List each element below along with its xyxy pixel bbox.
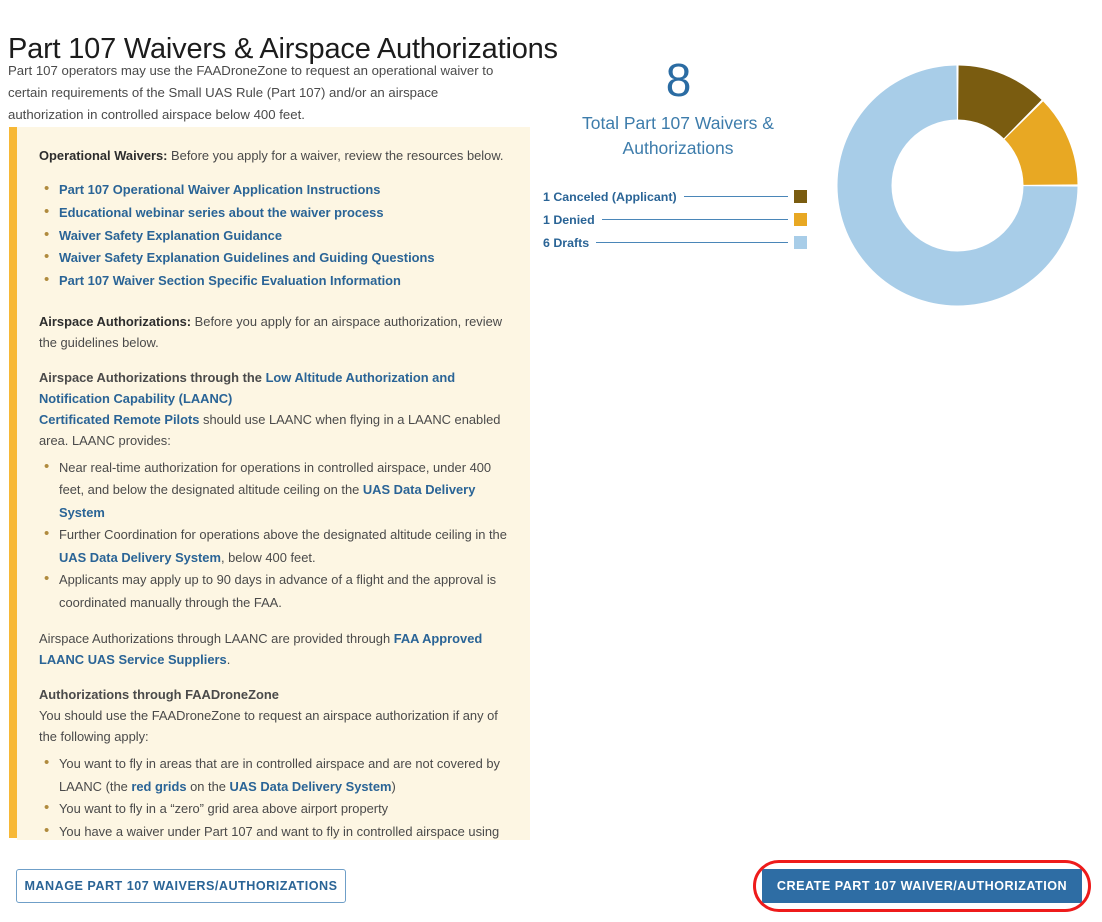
- legend-swatch-drafts: [794, 236, 807, 249]
- legend-item-canceled[interactable]: 1 Canceled (Applicant): [543, 185, 807, 208]
- suppliers-text-pre: Airspace Authorizations through LAANC ar…: [39, 631, 394, 647]
- legend-leader-line: [683, 196, 788, 197]
- list-item: Waiver Safety Explanation Guidelines and…: [44, 246, 508, 270]
- bullet-text-pre: You have a waiver under Part 107 and wan…: [59, 823, 500, 839]
- legend-item-denied[interactable]: 1 Denied: [543, 208, 807, 231]
- laanc-suppliers-paragraph: Airspace Authorizations through LAANC ar…: [39, 628, 508, 670]
- operational-waivers-text: Before you apply for a waiver, review th…: [167, 148, 504, 163]
- bullet-text-pre: You want to fly in a “zero” grid area ab…: [59, 801, 389, 817]
- info-panel-wrapper: Operational Waivers: Before you apply fo…: [9, 127, 530, 840]
- list-item: Part 107 Waiver Section Specific Evaluat…: [44, 269, 508, 293]
- link-certificated-remote-pilots[interactable]: Certificated Remote Pilots: [39, 412, 199, 427]
- list-item: Near real-time authorization for operati…: [44, 456, 508, 525]
- link-waiver-section-evaluation-info[interactable]: Part 107 Waiver Section Specific Evaluat…: [59, 273, 401, 288]
- airspace-authorizations-heading: Airspace Authorizations:: [39, 313, 192, 329]
- donut-slice-drafts[interactable]: [837, 65, 1078, 306]
- list-item: You have a waiver under Part 107 and wan…: [44, 820, 508, 840]
- laanc-heading-prefix: Airspace Authorizations through the: [39, 369, 266, 385]
- certificated-pilots-paragraph: Certificated Remote Pilots should use LA…: [39, 409, 508, 451]
- part-107-waivers-page: Part 107 Waivers & Airspace Authorizatio…: [0, 0, 1102, 922]
- legend-label: 6 Drafts: [543, 235, 590, 250]
- legend-swatch-denied: [794, 213, 807, 226]
- legend-leader-line: [601, 219, 788, 220]
- panel-accent-bar: [9, 127, 17, 838]
- dronezone-text: You should use the FAADroneZone to reque…: [39, 708, 498, 745]
- total-count: 8: [665, 54, 692, 106]
- stats-block: 8 Total Part 107 Waivers & Authorization…: [543, 55, 813, 254]
- chart-legend: 1 Canceled (Applicant) 1 Denied 6 Drafts: [543, 185, 813, 254]
- bullet-text-pre: Applicants may apply up to 90 days in ad…: [59, 572, 497, 610]
- info-panel: Operational Waivers: Before you apply fo…: [17, 127, 530, 840]
- list-item: Part 107 Operational Waiver Application …: [44, 178, 508, 202]
- operational-waiver-links: Part 107 Operational Waiver Application …: [39, 178, 508, 293]
- intro-paragraph: Part 107 operators may use the FAADroneZ…: [8, 63, 494, 122]
- bullet-text-post: ): [391, 778, 396, 794]
- operational-waivers-paragraph: Operational Waivers: Before you apply fo…: [39, 145, 508, 166]
- waivers-donut-chart: [830, 58, 1085, 313]
- bullet-text-mid: on the: [186, 778, 230, 794]
- link-educational-webinar-series[interactable]: Educational webinar series about the wai…: [59, 205, 384, 220]
- legend-label: 1 Canceled (Applicant): [543, 189, 677, 204]
- dronezone-conditions-list: You want to fly in areas that are in con…: [39, 752, 508, 840]
- list-item: You want to fly in areas that are in con…: [44, 752, 508, 798]
- create-waiver-button[interactable]: CREATE PART 107 WAIVER/AUTHORIZATION: [762, 869, 1082, 903]
- total-count-caption: Total Part 107 Waivers & Authorizations: [582, 113, 774, 158]
- list-item: Educational webinar series about the wai…: [44, 201, 508, 225]
- operational-waivers-heading: Operational Waivers:: [39, 148, 168, 163]
- list-item: Applicants may apply up to 90 days in ad…: [44, 568, 508, 614]
- airspace-authorizations-paragraph: Airspace Authorizations: Before you appl…: [39, 311, 508, 353]
- legend-leader-line: [596, 242, 788, 243]
- legend-label: 1 Denied: [543, 212, 595, 227]
- link-waiver-application-instructions[interactable]: Part 107 Operational Waiver Application …: [59, 182, 380, 197]
- legend-item-drafts[interactable]: 6 Drafts: [543, 231, 807, 254]
- legend-swatch-canceled: [794, 190, 807, 203]
- link-waiver-safety-explanation-guidance[interactable]: Waiver Safety Explanation Guidance: [59, 228, 282, 243]
- bullet-text-post: , below 400 feet.: [220, 549, 316, 565]
- bullet-text-pre: Further Coordination for operations abov…: [59, 527, 507, 543]
- laanc-benefits-list: Near real-time authorization for operati…: [39, 456, 508, 615]
- link-uas-data-delivery-system[interactable]: UAS Data Delivery System: [59, 550, 221, 565]
- list-item: You want to fly in a “zero” grid area ab…: [44, 798, 508, 821]
- list-item: Waiver Safety Explanation Guidance: [44, 224, 508, 248]
- dronezone-heading: Authorizations through FAADroneZone: [39, 687, 279, 703]
- link-red-grids[interactable]: red grids: [131, 779, 186, 794]
- manage-waivers-button[interactable]: MANAGE PART 107 WAIVERS/AUTHORIZATIONS: [16, 869, 346, 903]
- link-uas-data-delivery-system[interactable]: UAS Data Delivery System: [230, 779, 392, 794]
- link-waiver-safety-guidelines-questions[interactable]: Waiver Safety Explanation Guidelines and…: [59, 250, 435, 265]
- donut-chart-svg: [837, 65, 1078, 306]
- list-item: Further Coordination for operations abov…: [44, 523, 508, 569]
- laanc-heading: Airspace Authorizations through the Low …: [39, 367, 508, 409]
- suppliers-text-post: .: [226, 652, 231, 668]
